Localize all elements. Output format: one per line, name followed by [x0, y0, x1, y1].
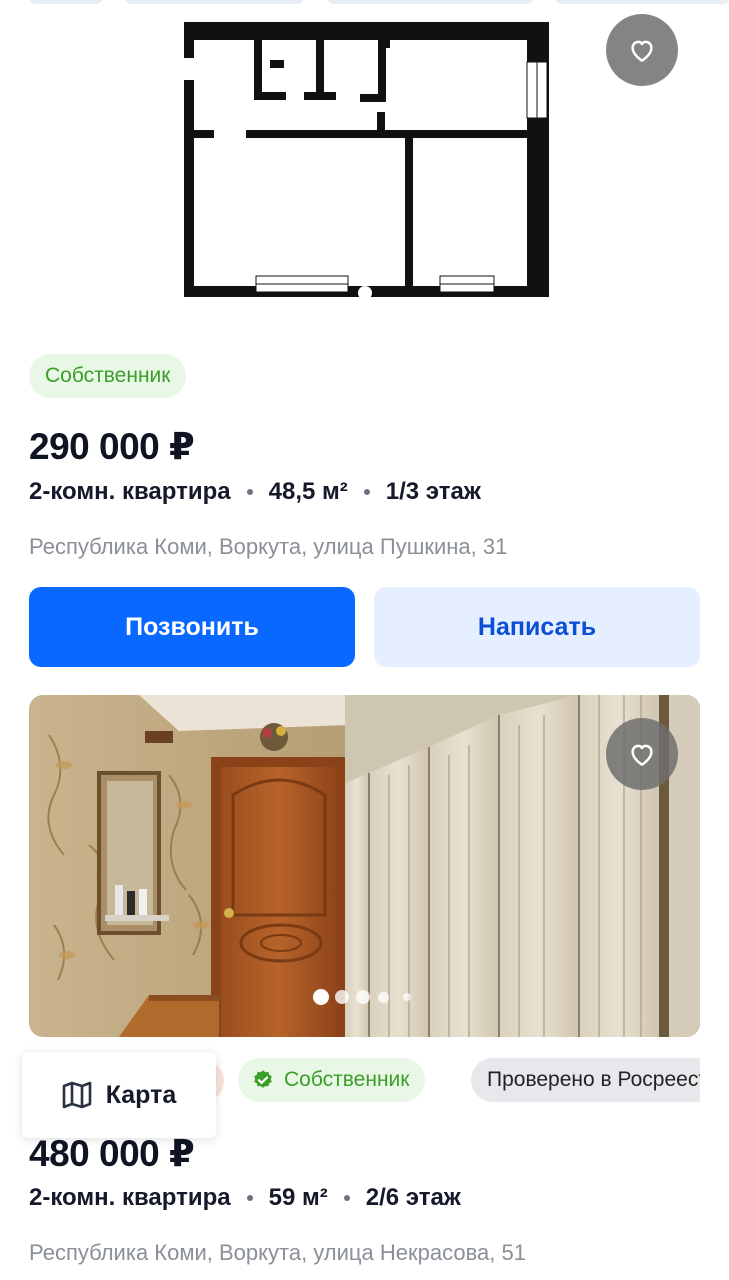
separator-dot: [246, 1195, 253, 1201]
listing-1-price: 290 000 ₽: [29, 426, 195, 467]
carousel-dot-active: [358, 286, 372, 300]
separator-dot: [343, 1195, 350, 1201]
owner-badge: Собственник: [29, 354, 187, 398]
listing-1-floorplan[interactable]: [29, 8, 700, 308]
hallway-photo: [29, 695, 700, 1037]
floorplan-drawing: [184, 22, 549, 297]
owner-badge-label: Собственник: [284, 1068, 410, 1091]
separator-dot: [246, 489, 253, 495]
carousel-dot: [335, 990, 349, 1004]
map-icon: [62, 1081, 92, 1109]
listing-1-address: Республика Коми, Воркута, улица Пушкина,…: [29, 534, 508, 559]
listing-2-price: 480 000 ₽: [29, 1133, 195, 1174]
area-label: 48,5 м²: [268, 478, 348, 505]
listing-2-photo[interactable]: [29, 695, 700, 1037]
verified-check-icon: [254, 1070, 272, 1088]
favorite-button[interactable]: [606, 14, 678, 86]
carousel-dot: [356, 990, 370, 1004]
listing-2-details: 2-комн. квартира 59 м² 2/6 этаж: [29, 1184, 461, 1212]
map-button-label: Карта: [105, 1080, 177, 1109]
owner-badge: Собственник: [238, 1058, 426, 1102]
carousel-dot: [403, 993, 411, 1001]
listing-2-address: Республика Коми, Воркута, улица Некрасов…: [29, 1240, 526, 1265]
call-button[interactable]: Позвонить: [29, 587, 355, 667]
map-button[interactable]: Карта: [22, 1052, 216, 1138]
heart-icon: [631, 40, 653, 62]
area-label: 59 м²: [268, 1184, 328, 1211]
rooms-label: 2-комн. квартира: [29, 1184, 231, 1211]
previous-filters-strip: [0, 0, 729, 8]
listing-1-details: 2-комн. квартира 48,5 м² 1/3 этаж: [29, 478, 481, 506]
floor-label: 2/6 этаж: [365, 1184, 461, 1211]
separator-dot: [363, 489, 370, 495]
rosreestr-verified-badge: Проверено в Росреестре: [471, 1058, 700, 1102]
favorite-button[interactable]: [606, 718, 678, 790]
floor-label: 1/3 этаж: [385, 478, 481, 505]
heart-icon: [631, 744, 653, 766]
carousel-dot: [378, 992, 389, 1003]
rooms-label: 2-комн. квартира: [29, 478, 231, 505]
carousel-dot-active: [313, 989, 329, 1005]
write-button[interactable]: Написать: [374, 587, 700, 667]
